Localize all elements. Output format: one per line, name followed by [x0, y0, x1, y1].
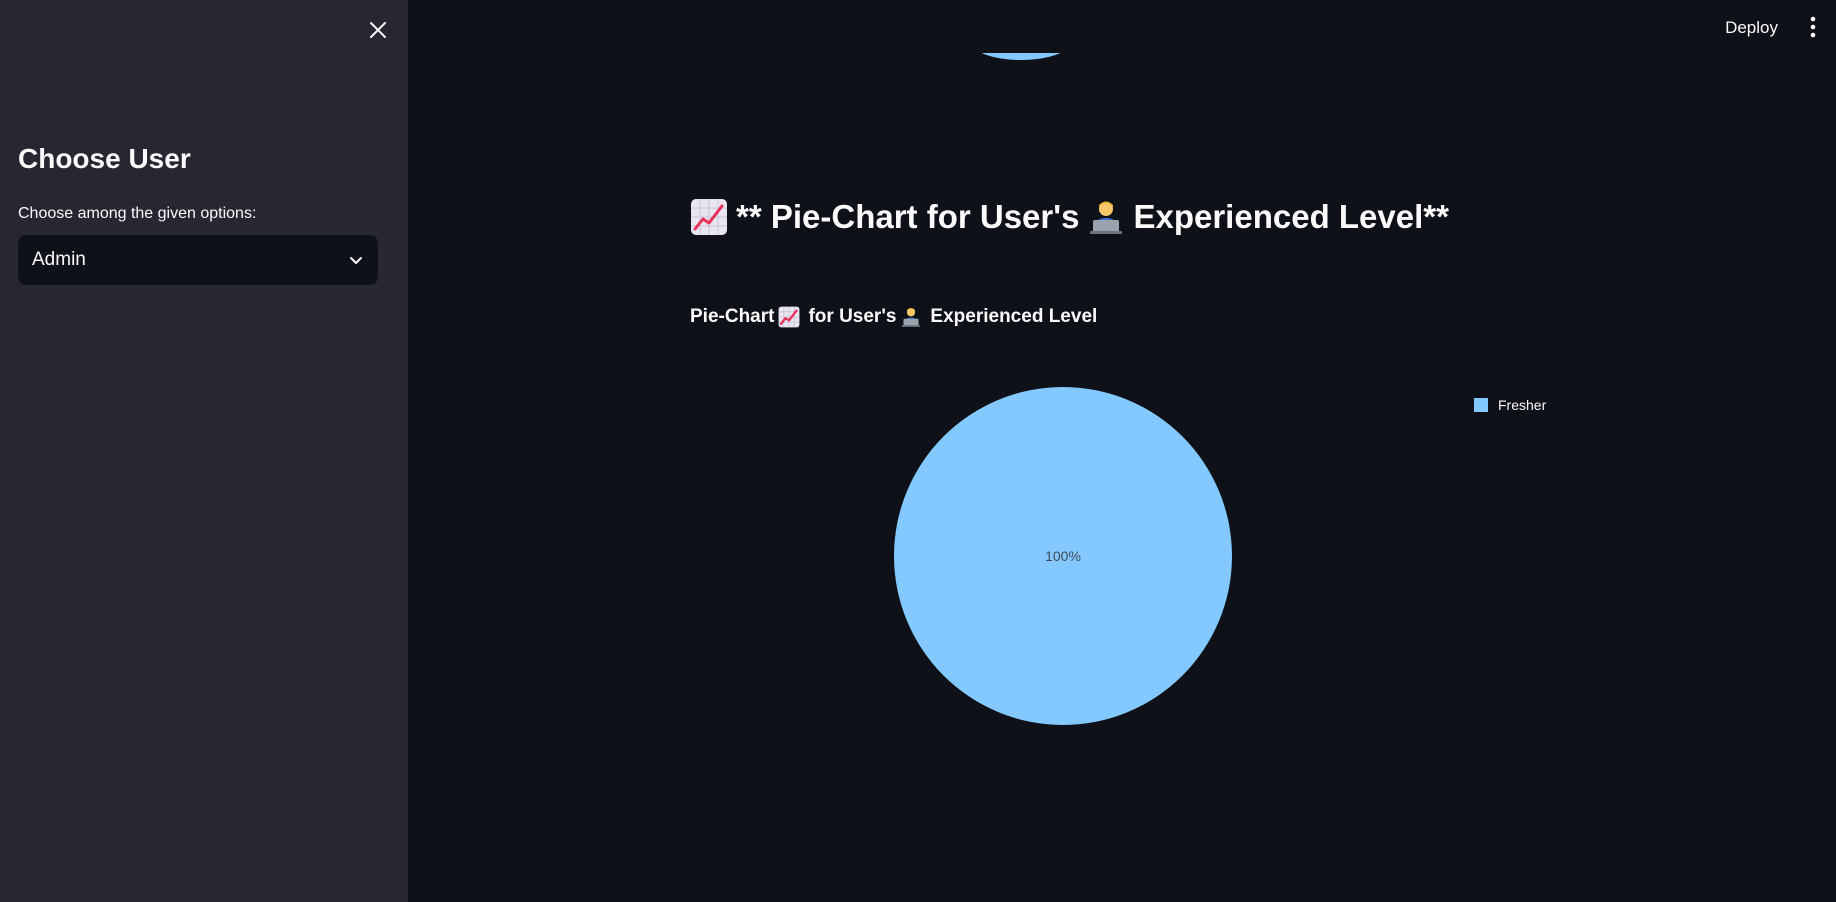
close-sidebar-button[interactable]: [364, 16, 392, 44]
legend-swatch: [1474, 398, 1488, 412]
heading-text-suffix: Experienced Level**: [1133, 198, 1449, 235]
chart-increasing-icon: [779, 306, 800, 328]
chevron-down-icon: [350, 257, 362, 264]
pie-chart: 100%: [894, 387, 1232, 725]
chart-legend: Fresher: [1474, 397, 1546, 413]
main-menu-button[interactable]: [1804, 14, 1822, 40]
kebab-menu-icon: [1810, 16, 1816, 38]
select-value: Admin: [32, 249, 86, 270]
technologist-icon: [902, 308, 921, 327]
main-area: Deploy ** Pie-Chart for User's Experienc…: [408, 0, 1836, 902]
pie-slice-label: 100%: [1045, 548, 1081, 564]
chart-title-part1: Pie-Chart: [690, 306, 775, 327]
deploy-button[interactable]: Deploy: [1717, 14, 1786, 42]
user-select[interactable]: Admin: [18, 235, 378, 285]
previous-chart-fragment: [966, 0, 1076, 62]
legend-label[interactable]: Fresher: [1498, 397, 1546, 413]
page-heading: ** Pie-Chart for User's Experienced Leve…: [690, 198, 1449, 236]
chart-title-part3: Experienced Level: [930, 306, 1098, 327]
heading-text-prefix: ** Pie-Chart for User's: [736, 198, 1080, 235]
sidebar-title: Choose User: [18, 143, 191, 174]
close-icon: [370, 22, 386, 38]
chart-title-part2: for User's: [808, 306, 897, 327]
technologist-icon: [1090, 201, 1123, 234]
chart-increasing-icon: [691, 199, 727, 235]
select-label: Choose among the given options:: [18, 205, 257, 222]
sidebar: Choose User Choose among the given optio…: [0, 0, 408, 902]
chart-title: Pie-Chart for User's Experienced Level: [690, 306, 1097, 328]
